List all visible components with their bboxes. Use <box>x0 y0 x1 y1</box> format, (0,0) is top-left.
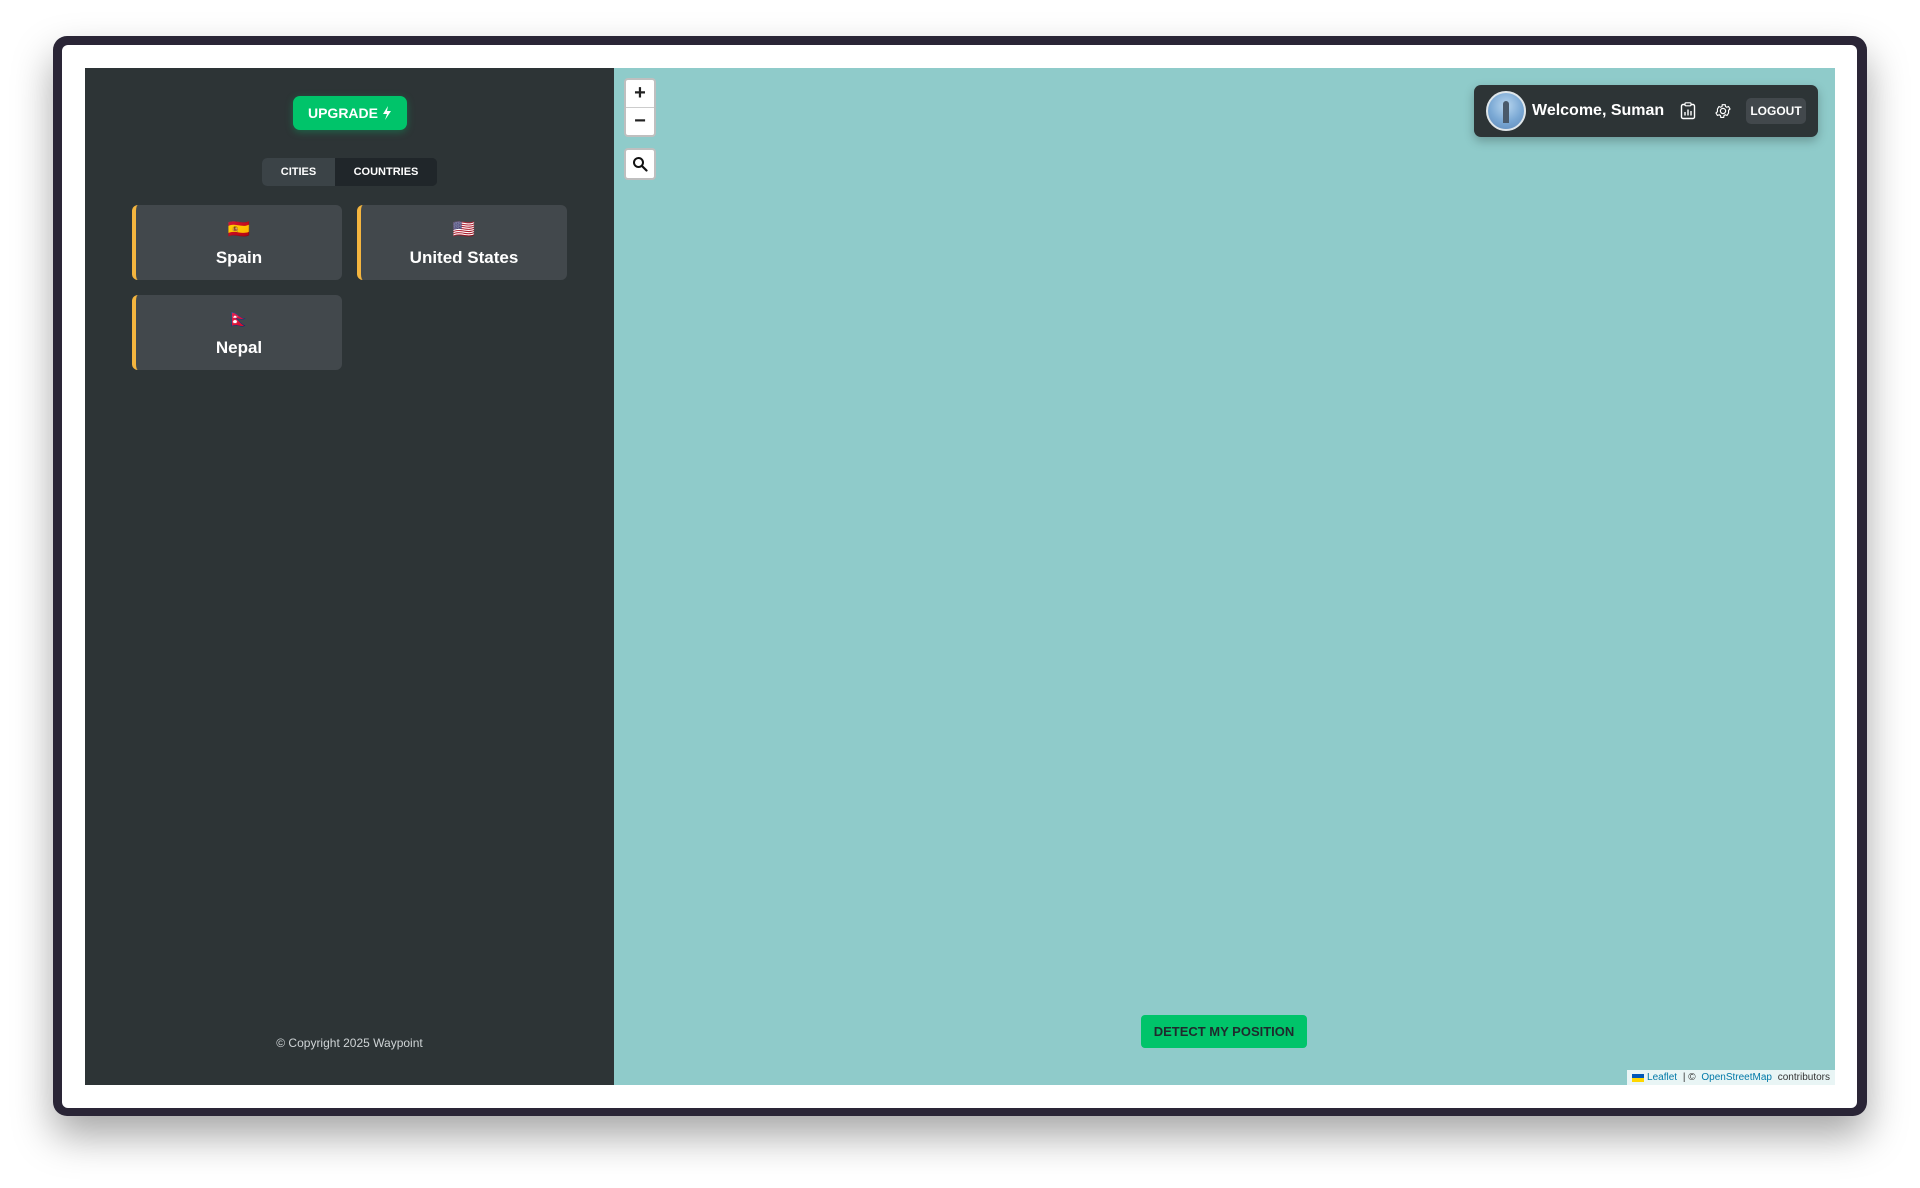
map[interactable]: + − Welcome, Suman LOGOUT DETECT MY POSI… <box>614 68 1835 1085</box>
settings-button[interactable] <box>1711 98 1734 124</box>
zoom-control: + − <box>624 78 656 137</box>
upgrade-label: UPGRADE <box>307 105 378 121</box>
flag-spain: 🇪🇸 <box>227 218 251 239</box>
country-name: United States <box>409 247 519 267</box>
map-search-button[interactable] <box>624 148 656 180</box>
avatar[interactable] <box>1486 91 1526 131</box>
tab-countries[interactable]: COUNTRIES <box>335 158 437 186</box>
flag-nepal: 🇳🇵 <box>227 308 251 329</box>
welcome-text: Welcome, Suman <box>1532 102 1665 119</box>
leaflet-link[interactable]: Leaflet <box>1647 1072 1677 1083</box>
upgrade-button[interactable]: UPGRADE <box>293 96 407 130</box>
detect-position-button[interactable]: DETECT MY POSITION <box>1141 1015 1307 1048</box>
zoom-out-button[interactable]: − <box>626 107 654 135</box>
user-panel: Welcome, Suman LOGOUT <box>1474 85 1818 137</box>
logout-button[interactable]: LOGOUT <box>1746 98 1806 124</box>
sidebar: UPGRADE CITIES COUNTRIES 🇪🇸 Spain 🇺🇸 Uni… <box>85 68 614 1085</box>
country-name: Spain <box>215 247 263 267</box>
search-icon <box>633 157 648 172</box>
copyright: © Copyright 2025 Waypoint <box>276 1036 423 1050</box>
osm-link[interactable]: OpenStreetMap <box>1701 1072 1772 1083</box>
country-name: Nepal <box>215 337 263 357</box>
gear-icon <box>1714 104 1731 118</box>
flag-united-states: 🇺🇸 <box>452 218 476 239</box>
stats-icon <box>1680 102 1695 120</box>
attribution-separator: | © <box>1680 1072 1699 1083</box>
attribution-suffix: contributors <box>1774 1072 1830 1083</box>
country-card-spain[interactable]: 🇪🇸 Spain <box>132 205 342 280</box>
country-card-united-states[interactable]: 🇺🇸 United States <box>357 205 567 280</box>
ukraine-flag-icon <box>1632 1073 1645 1082</box>
zoom-in-button[interactable]: + <box>626 80 654 107</box>
app: UPGRADE CITIES COUNTRIES 🇪🇸 Spain 🇺🇸 Uni… <box>85 68 1835 1085</box>
country-card-nepal[interactable]: 🇳🇵 Nepal <box>132 295 342 370</box>
stats-button[interactable] <box>1676 98 1699 124</box>
lightning-icon <box>383 106 391 120</box>
tab-cities[interactable]: CITIES <box>262 158 335 186</box>
map-attribution: Leaflet | © OpenStreetMap contributors <box>1627 1070 1835 1085</box>
tab-bar: CITIES COUNTRIES <box>262 158 437 186</box>
